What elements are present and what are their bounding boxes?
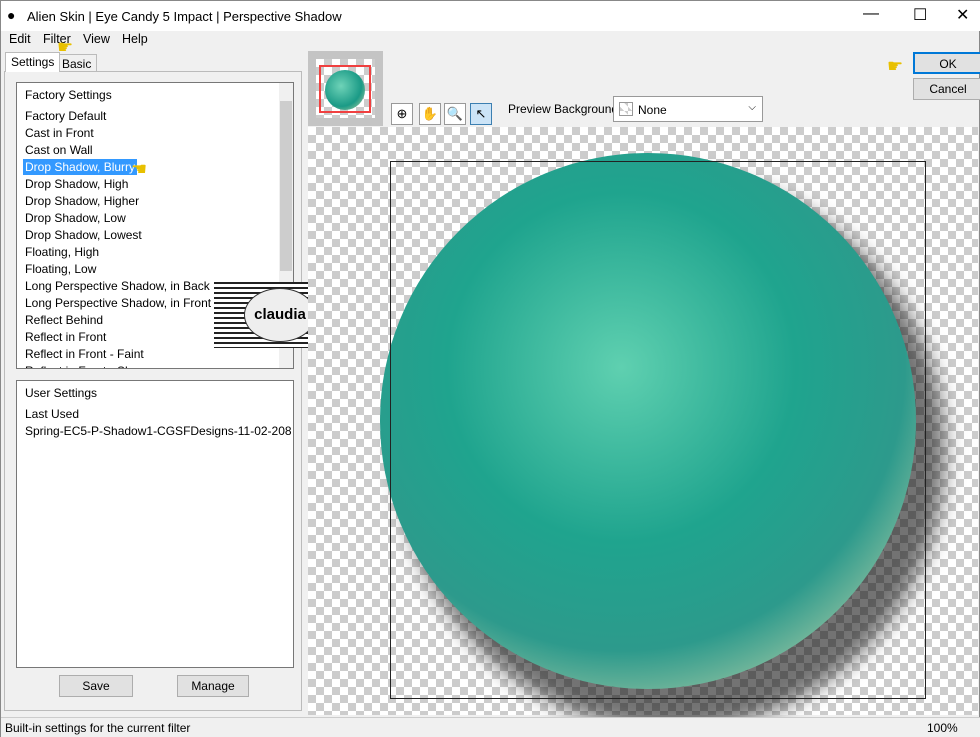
menu-help[interactable]: Help <box>122 32 148 46</box>
list-item[interactable]: Long Perspective Shadow, in Back <box>23 278 212 294</box>
list-item[interactable]: Reflect in Front - Sharp <box>23 363 151 368</box>
close-button[interactable]: ✕ <box>956 5 969 25</box>
ok-button[interactable]: OK <box>913 52 980 74</box>
list-item[interactable]: Factory Default <box>23 108 108 124</box>
settings-panel: Factory Settings Factory Default Cast in … <box>4 71 302 711</box>
select-value: None <box>638 103 667 117</box>
pointing-hand-icon: ☛ <box>887 56 904 76</box>
list-item[interactable]: Drop Shadow, Low <box>23 210 128 226</box>
window-title: Alien Skin | Eye Candy 5 Impact | Perspe… <box>27 9 342 24</box>
manage-button[interactable]: Manage <box>177 675 249 697</box>
list-item[interactable]: Cast in Front <box>23 125 96 141</box>
tab-basic[interactable]: Basic <box>56 54 98 71</box>
preview-canvas[interactable] <box>308 127 978 730</box>
list-item[interactable]: Spring-EC5-P-Shadow1-CGSFDesigns-11-02-2… <box>23 423 294 439</box>
list-item[interactable]: Drop Shadow, High <box>23 176 130 192</box>
zoom-icon[interactable]: 🔍 <box>444 103 466 125</box>
list-item[interactable]: Reflect in Front <box>23 329 108 345</box>
selection-box[interactable] <box>390 161 926 699</box>
list-item[interactable]: Last Used <box>23 406 81 422</box>
list-item[interactable]: Drop Shadow, Higher <box>23 193 141 209</box>
navigate-icon[interactable]: ⊕ <box>391 103 413 125</box>
tab-settings[interactable]: Settings <box>5 52 61 72</box>
list-item[interactable]: Drop Shadow, Blurry <box>23 159 138 175</box>
status-bar: Built-in settings for the current filter… <box>1 717 980 737</box>
chevron-down-icon: ⌵ <box>748 102 756 113</box>
save-button[interactable]: Save <box>59 675 133 697</box>
preview-background-label: Preview Background: <box>508 102 622 116</box>
menu-view[interactable]: View <box>83 32 110 46</box>
list-item[interactable]: Drop Shadow, Lowest <box>23 227 144 243</box>
user-settings-list[interactable]: User Settings Last Used Spring-EC5-P-Sha… <box>16 380 294 668</box>
status-text: Built-in settings for the current filter <box>5 721 191 735</box>
list-header: User Settings <box>25 386 98 400</box>
list-item[interactable]: Reflect in Front - Faint <box>23 346 146 362</box>
list-item[interactable]: Reflect Behind <box>23 312 105 328</box>
zoom-level: 100% <box>927 721 958 735</box>
pointer-icon[interactable]: ↖ <box>470 103 492 125</box>
menu-bar: Edit Filter View Help <box>1 31 980 49</box>
pointing-hand-icon: ☚ <box>131 159 148 179</box>
app-icon: ● <box>7 7 16 23</box>
menu-edit[interactable]: Edit <box>9 32 31 46</box>
title-bar: ● Alien Skin | Eye Candy 5 Impact | Pers… <box>1 1 980 31</box>
hand-icon[interactable]: ✋ <box>419 103 441 125</box>
preview-background-select[interactable]: None ⌵ <box>613 96 763 122</box>
navigator-thumbnail[interactable] <box>308 51 383 126</box>
maximize-button[interactable]: ☐ <box>913 5 927 25</box>
list-item[interactable]: Floating, Low <box>23 261 98 277</box>
list-header: Factory Settings <box>25 88 112 102</box>
cancel-button[interactable]: Cancel <box>913 78 980 100</box>
minimize-button[interactable]: — <box>863 5 879 23</box>
scrollbar-thumb[interactable] <box>280 101 292 271</box>
list-item[interactable]: Floating, High <box>23 244 101 260</box>
list-item[interactable]: Cast on Wall <box>23 142 95 158</box>
list-item[interactable]: Long Perspective Shadow, in Front <box>23 295 213 311</box>
